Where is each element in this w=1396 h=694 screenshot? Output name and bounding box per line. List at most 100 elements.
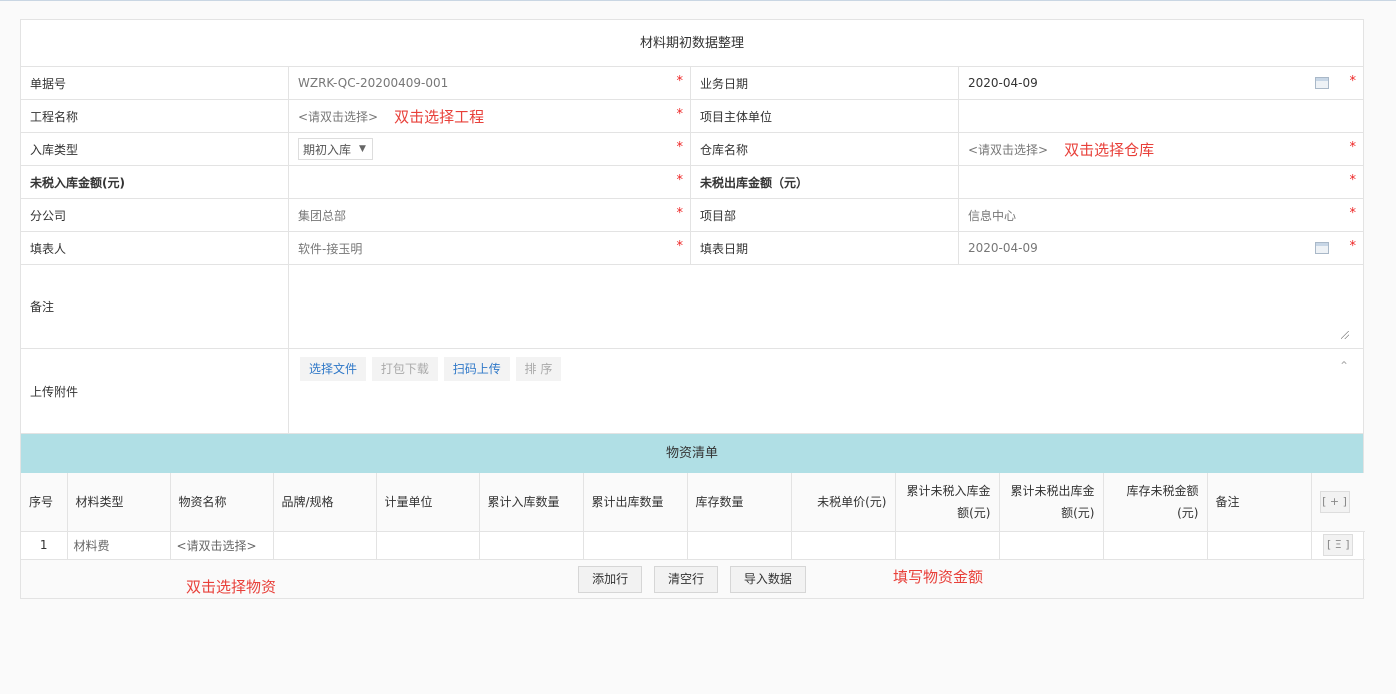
row-menu-button[interactable]: [ Ξ ] <box>1323 534 1354 556</box>
annotation-select-material: 双击选择物资 <box>186 577 277 596</box>
upload-area: 选择文件 打包下载 扫码上传 排 序 ⌃ <box>289 349 1363 433</box>
cell-untaxed-price[interactable] <box>791 531 896 560</box>
table-footer: 添加行 清空行 导入数据 双击选择物资 填写物资金额 <box>21 559 1363 598</box>
clear-rows-button[interactable]: 清空行 <box>653 565 718 593</box>
cell-cum-in-qty[interactable] <box>479 531 584 560</box>
field-untaxed-outbound[interactable]: * <box>959 166 1363 198</box>
cell-material-type[interactable]: 材料费 <box>67 531 171 560</box>
label-inbound-type: 入库类型 <box>21 133 289 165</box>
cell-stock-untaxed[interactable] <box>1103 531 1208 560</box>
label-project-dept: 项目部 <box>691 199 959 231</box>
required-mark: * <box>676 173 684 188</box>
col-cum-untaxed-in: 累计未税入库金额(元) <box>895 473 1000 532</box>
label-upload: 上传附件 <box>21 349 289 433</box>
sort-button[interactable]: 排 序 <box>515 357 562 381</box>
filler-value: 软件-接玉明 <box>298 241 363 256</box>
required-mark: * <box>676 74 684 89</box>
business-date-value: 2020-04-09 <box>968 76 1038 90</box>
required-mark: * <box>676 140 684 155</box>
row-branch: 分公司 集团总部 * 项目部 信息中心 * <box>21 199 1363 232</box>
cell-stock-qty[interactable] <box>687 531 792 560</box>
required-mark: * <box>676 107 684 122</box>
scan-upload-button[interactable]: 扫码上传 <box>443 357 510 381</box>
col-stock-untaxed: 库存未税金额(元) <box>1103 473 1208 532</box>
branch-value: 集团总部 <box>298 208 347 223</box>
add-column-button[interactable]: [ + ] <box>1319 491 1350 514</box>
materials-table: 序号 材料类型 物资名称 品牌/规格 计量单位 累计入库数量 累计出库数量 库存… <box>21 473 1365 560</box>
row-inbound-type: 入库类型 期初入库 ▼ * 仓库名称 <请双击选择> 双击选择仓库 * <box>21 133 1363 166</box>
cell-material-name[interactable]: <请双击选择> <box>170 531 274 560</box>
field-untaxed-inbound[interactable]: * <box>289 166 691 198</box>
label-doc-number: 单据号 <box>21 67 289 99</box>
materials-section-title: 物资清单 <box>21 434 1363 473</box>
label-project-owner: 项目主体单位 <box>691 100 959 132</box>
memo-textarea[interactable] <box>289 265 1363 348</box>
field-doc-number[interactable]: WZRK-QC-20200409-001 * <box>289 67 691 99</box>
col-index: 序号 <box>21 473 68 532</box>
label-untaxed-outbound: 未税出库金额（元） <box>691 166 959 198</box>
required-mark: * <box>1349 239 1357 254</box>
required-mark: * <box>1349 206 1357 221</box>
top-border <box>0 0 1396 1</box>
calendar-icon[interactable] <box>1315 242 1329 254</box>
label-project-name: 工程名称 <box>21 100 289 132</box>
choose-file-button[interactable]: 选择文件 <box>300 357 367 381</box>
cell-remark[interactable] <box>1207 531 1312 560</box>
col-brand-spec: 品牌/规格 <box>273 473 377 532</box>
row-upload: 上传附件 选择文件 打包下载 扫码上传 排 序 ⌃ <box>21 349 1363 434</box>
label-memo: 备注 <box>21 265 289 348</box>
chevron-up-icon[interactable]: ⌃ <box>1339 359 1349 373</box>
pack-download-button[interactable]: 打包下载 <box>371 357 438 381</box>
material-initial-form: 材料期初数据整理 单据号 WZRK-QC-20200409-001 * 业务日期… <box>20 19 1365 599</box>
required-mark: * <box>676 206 684 221</box>
row-filler: 填表人 软件-接玉明 * 填表日期 2020-04-09 * <box>21 232 1363 265</box>
label-untaxed-inbound: 未税入库金额(元) <box>21 166 289 198</box>
col-stock-qty: 库存数量 <box>687 473 792 532</box>
field-branch[interactable]: 集团总部 * <box>289 199 691 231</box>
cell-cum-untaxed-out[interactable] <box>999 531 1104 560</box>
required-mark: * <box>676 239 684 254</box>
field-business-date[interactable]: 2020-04-09 * <box>959 67 1363 99</box>
col-untaxed-price: 未税单价(元) <box>791 473 896 532</box>
annotation-fill-amount: 填写物资金额 <box>893 567 984 586</box>
inbound-type-select[interactable]: 期初入库 ▼ <box>298 138 373 160</box>
cell-row-actions: [ Ξ ] <box>1311 531 1365 560</box>
cell-index: 1 <box>21 531 68 560</box>
field-fill-date[interactable]: 2020-04-09 * <box>959 232 1363 264</box>
import-data-button[interactable]: 导入数据 <box>729 565 806 593</box>
field-project-dept[interactable]: 信息中心 * <box>959 199 1363 231</box>
cell-unit[interactable] <box>376 531 480 560</box>
field-warehouse[interactable]: <请双击选择> 双击选择仓库 * <box>959 133 1363 165</box>
cell-brand-spec[interactable] <box>273 531 377 560</box>
row-doc-number: 单据号 WZRK-QC-20200409-001 * 业务日期 2020-04-… <box>21 67 1363 100</box>
cell-cum-untaxed-in[interactable] <box>895 531 1000 560</box>
inbound-type-value: 期初入库 <box>303 142 352 157</box>
cell-cum-out-qty[interactable] <box>583 531 688 560</box>
row-memo: 备注 <box>21 265 1363 349</box>
project-name-placeholder: <请双击选择> <box>298 109 379 124</box>
label-filler: 填表人 <box>21 232 289 264</box>
table-row: 1 材料费 <请双击选择> [ Ξ ] <box>21 531 1365 560</box>
project-dept-value: 信息中心 <box>968 208 1017 223</box>
field-project-owner[interactable] <box>959 100 1363 132</box>
col-material-name: 物资名称 <box>170 473 274 532</box>
col-material-type: 材料类型 <box>67 473 171 532</box>
col-unit: 计量单位 <box>376 473 480 532</box>
field-inbound-type: 期初入库 ▼ * <box>289 133 691 165</box>
row-amounts: 未税入库金额(元) * 未税出库金额（元） * <box>21 166 1363 199</box>
table-header-row: 序号 材料类型 物资名称 品牌/规格 计量单位 累计入库数量 累计出库数量 库存… <box>21 473 1365 532</box>
required-mark: * <box>1349 140 1357 155</box>
label-warehouse: 仓库名称 <box>691 133 959 165</box>
field-filler[interactable]: 软件-接玉明 * <box>289 232 691 264</box>
row-project-name: 工程名称 <请双击选择> 双击选择工程 * 项目主体单位 <box>21 100 1363 133</box>
required-mark: * <box>1349 173 1357 188</box>
add-row-button[interactable]: 添加行 <box>578 565 643 593</box>
required-mark: * <box>1349 74 1357 89</box>
col-cum-out-qty: 累计出库数量 <box>583 473 688 532</box>
col-remark: 备注 <box>1207 473 1312 532</box>
calendar-icon[interactable] <box>1315 77 1329 89</box>
field-project-name[interactable]: <请双击选择> 双击选择工程 * <box>289 100 691 132</box>
resize-handle-icon[interactable] <box>1341 331 1349 339</box>
col-cum-in-qty: 累计入库数量 <box>479 473 584 532</box>
warehouse-placeholder: <请双击选择> <box>968 142 1049 157</box>
